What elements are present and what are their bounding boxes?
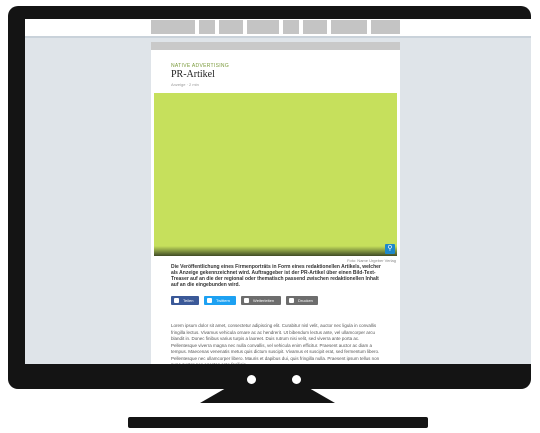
- nav-item-1[interactable]: [151, 20, 195, 34]
- nav-item-6[interactable]: [303, 20, 327, 34]
- hero-image-shadow: [154, 246, 397, 256]
- nav-item-4[interactable]: [247, 20, 279, 34]
- article-column: NATIVE ADVERTISING PR-Artikel Anzeige · …: [151, 50, 400, 364]
- twitter-icon: [207, 298, 212, 303]
- nav-item-8[interactable]: [371, 20, 400, 34]
- article-title: PR-Artikel: [171, 69, 215, 80]
- print-label: Drucken: [298, 298, 313, 303]
- nav-item-7[interactable]: [331, 20, 367, 34]
- article-body: Lorem ipsum dolor sit amet, consectetur …: [171, 323, 380, 364]
- monitor-screen: NATIVE ADVERTISING PR-Artikel Anzeige · …: [25, 19, 531, 364]
- site-header: [25, 19, 531, 38]
- power-led-right: [292, 375, 301, 384]
- article-meta: Anzeige · 2 min: [171, 82, 199, 87]
- article-lead: Die Veröffentlichung eines Firmenporträt…: [171, 264, 381, 288]
- email-share-button[interactable]: Weiterleiten: [241, 296, 281, 305]
- print-button[interactable]: Drucken: [286, 296, 318, 305]
- twitter-share-button[interactable]: Twittern: [204, 296, 236, 305]
- twitter-share-label: Twittern: [216, 298, 231, 303]
- image-caption: Foto: Name Urgeber Verlag: [347, 258, 396, 263]
- monitor-stand-base: [128, 417, 428, 428]
- nav-item-3[interactable]: [219, 20, 243, 34]
- email-share-label: Weiterleiten: [253, 298, 275, 303]
- facebook-share-button[interactable]: Teilen: [171, 296, 199, 305]
- printer-icon: [289, 298, 294, 303]
- nav-item-5[interactable]: [283, 20, 299, 34]
- envelope-icon: [244, 298, 249, 303]
- facebook-icon: [174, 298, 179, 303]
- nav-item-2[interactable]: [199, 20, 215, 34]
- power-led-left: [247, 375, 256, 384]
- facebook-share-label: Teilen: [183, 298, 194, 303]
- hero-image[interactable]: ⚲: [154, 93, 397, 256]
- monitor-stand-neck: [200, 389, 335, 403]
- magnifier-icon[interactable]: ⚲: [385, 244, 395, 254]
- sub-navigation-bar: [151, 42, 400, 50]
